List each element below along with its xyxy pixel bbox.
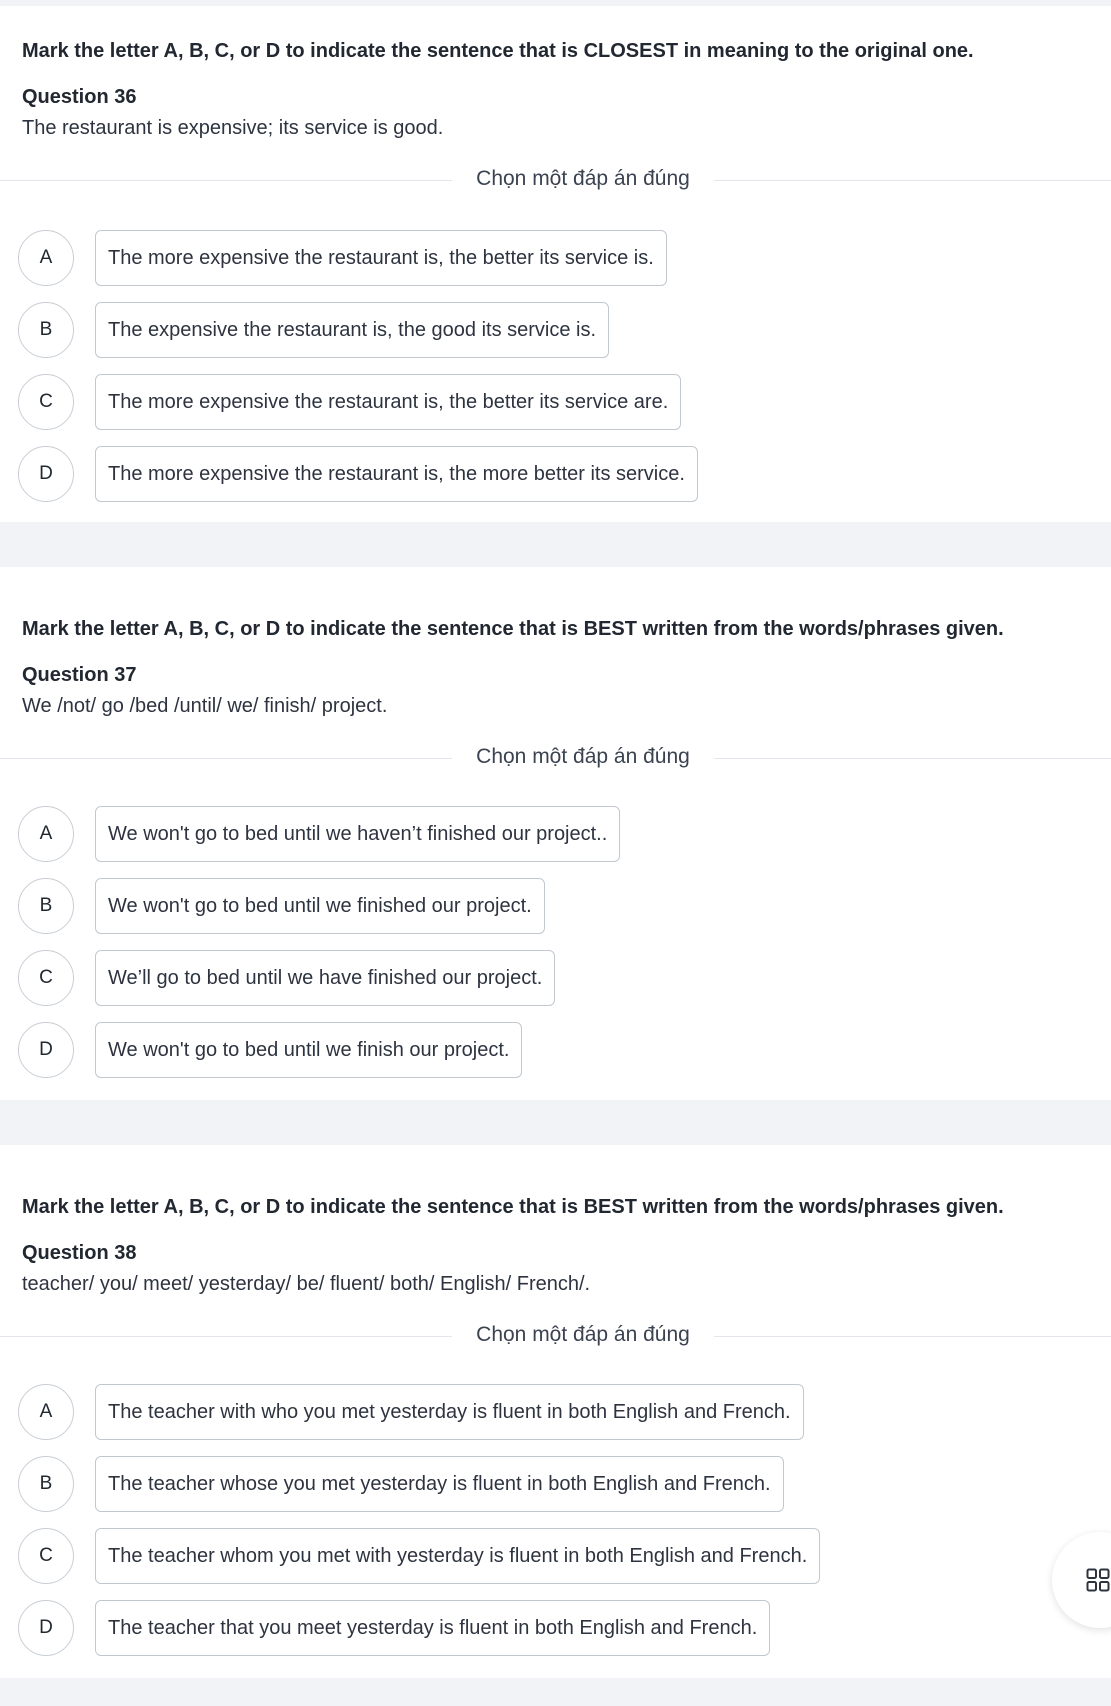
divider-line <box>0 180 452 181</box>
grid-icon[interactable] <box>1086 1568 1110 1592</box>
answer-selector-divider: Chọn một đáp án đúng <box>0 1321 1111 1351</box>
option-c[interactable]: C We’ll go to bed until we have finished… <box>18 950 1018 1008</box>
option-answer-box[interactable]: We’ll go to bed until we have finished o… <box>95 950 556 1006</box>
option-d[interactable]: D We won't go to bed until we finish our… <box>18 1022 1018 1080</box>
option-d[interactable]: D The teacher that you meet yesterday is… <box>18 1600 1018 1658</box>
answer-selector-divider: Chọn một đáp án đúng <box>0 165 1111 195</box>
option-b[interactable]: B The expensive the restaurant is, the g… <box>18 302 1018 360</box>
option-answer-box[interactable]: The teacher that you meet yesterday is f… <box>95 1600 771 1656</box>
option-letter-badge[interactable]: B <box>18 302 74 358</box>
divider-line <box>0 758 452 759</box>
option-letter-badge[interactable]: D <box>18 446 74 502</box>
question-card-36: Mark the letter A, B, C, or D to indicat… <box>0 6 1111 522</box>
option-letter-badge[interactable]: C <box>18 374 74 430</box>
option-answer-box[interactable]: The expensive the restaurant is, the goo… <box>95 302 610 358</box>
option-letter-badge[interactable]: B <box>18 878 74 934</box>
option-b[interactable]: B We won't go to bed until we finished o… <box>18 878 1018 936</box>
question-card-37: Mark the letter A, B, C, or D to indicat… <box>0 567 1111 1100</box>
option-d[interactable]: D The more expensive the restaurant is, … <box>18 446 1018 504</box>
option-answer-box[interactable]: We won't go to bed until we haven’t fini… <box>95 806 621 862</box>
option-a[interactable]: A We won't go to bed until we haven’t fi… <box>18 806 1018 864</box>
choose-one-label: Chọn một đáp án đúng <box>476 1323 690 1346</box>
choose-one-label: Chọn một đáp án đúng <box>476 167 690 190</box>
question-instruction: Mark the letter A, B, C, or D to indicat… <box>22 618 1004 640</box>
option-letter-badge[interactable]: A <box>18 1384 74 1440</box>
option-answer-box[interactable]: The teacher whose you met yesterday is f… <box>95 1456 784 1512</box>
question-number: Question 36 <box>22 86 137 108</box>
question-prompt: teacher/ you/ meet/ yesterday/ be/ fluen… <box>22 1273 591 1295</box>
divider-line <box>714 1336 1111 1337</box>
option-b[interactable]: B The teacher whose you met yesterday is… <box>18 1456 1018 1514</box>
question-number: Question 37 <box>22 664 137 686</box>
question-number: Question 38 <box>22 1242 137 1264</box>
option-answer-box[interactable]: We won't go to bed until we finish our p… <box>95 1022 523 1078</box>
option-letter-badge[interactable]: A <box>18 230 74 286</box>
option-answer-box[interactable]: The more expensive the restaurant is, th… <box>95 446 698 502</box>
question-prompt: We /not/ go /bed /until/ we/ finish/ pro… <box>22 695 388 717</box>
option-letter-badge[interactable]: B <box>18 1456 74 1512</box>
option-answer-box[interactable]: The more expensive the restaurant is, th… <box>95 374 682 430</box>
option-answer-box[interactable]: The teacher with who you met yesterday i… <box>95 1384 804 1440</box>
question-instruction: Mark the letter A, B, C, or D to indicat… <box>22 40 974 62</box>
option-answer-box[interactable]: We won't go to bed until we finished our… <box>95 878 545 934</box>
option-a[interactable]: A The teacher with who you met yesterday… <box>18 1384 1018 1442</box>
option-letter-badge[interactable]: C <box>18 950 74 1006</box>
option-letter-badge[interactable]: D <box>18 1600 74 1656</box>
option-a[interactable]: A The more expensive the restaurant is, … <box>18 230 1018 288</box>
option-answer-box[interactable]: The teacher whom you met with yesterday … <box>95 1528 821 1584</box>
question-card-38: Mark the letter A, B, C, or D to indicat… <box>0 1145 1111 1678</box>
choose-one-label: Chọn một đáp án đúng <box>476 745 690 768</box>
option-letter-badge[interactable]: A <box>18 806 74 862</box>
option-c[interactable]: C The teacher whom you met with yesterda… <box>18 1528 1018 1586</box>
divider-line <box>714 758 1111 759</box>
divider-line <box>0 1336 452 1337</box>
option-letter-badge[interactable]: C <box>18 1528 74 1584</box>
answer-selector-divider: Chọn một đáp án đúng <box>0 743 1111 773</box>
option-letter-badge[interactable]: D <box>18 1022 74 1078</box>
divider-line <box>714 180 1111 181</box>
option-answer-box[interactable]: The more expensive the restaurant is, th… <box>95 230 667 286</box>
option-c[interactable]: C The more expensive the restaurant is, … <box>18 374 1018 432</box>
question-instruction: Mark the letter A, B, C, or D to indicat… <box>22 1196 1004 1218</box>
question-prompt: The restaurant is expensive; its service… <box>22 117 444 139</box>
